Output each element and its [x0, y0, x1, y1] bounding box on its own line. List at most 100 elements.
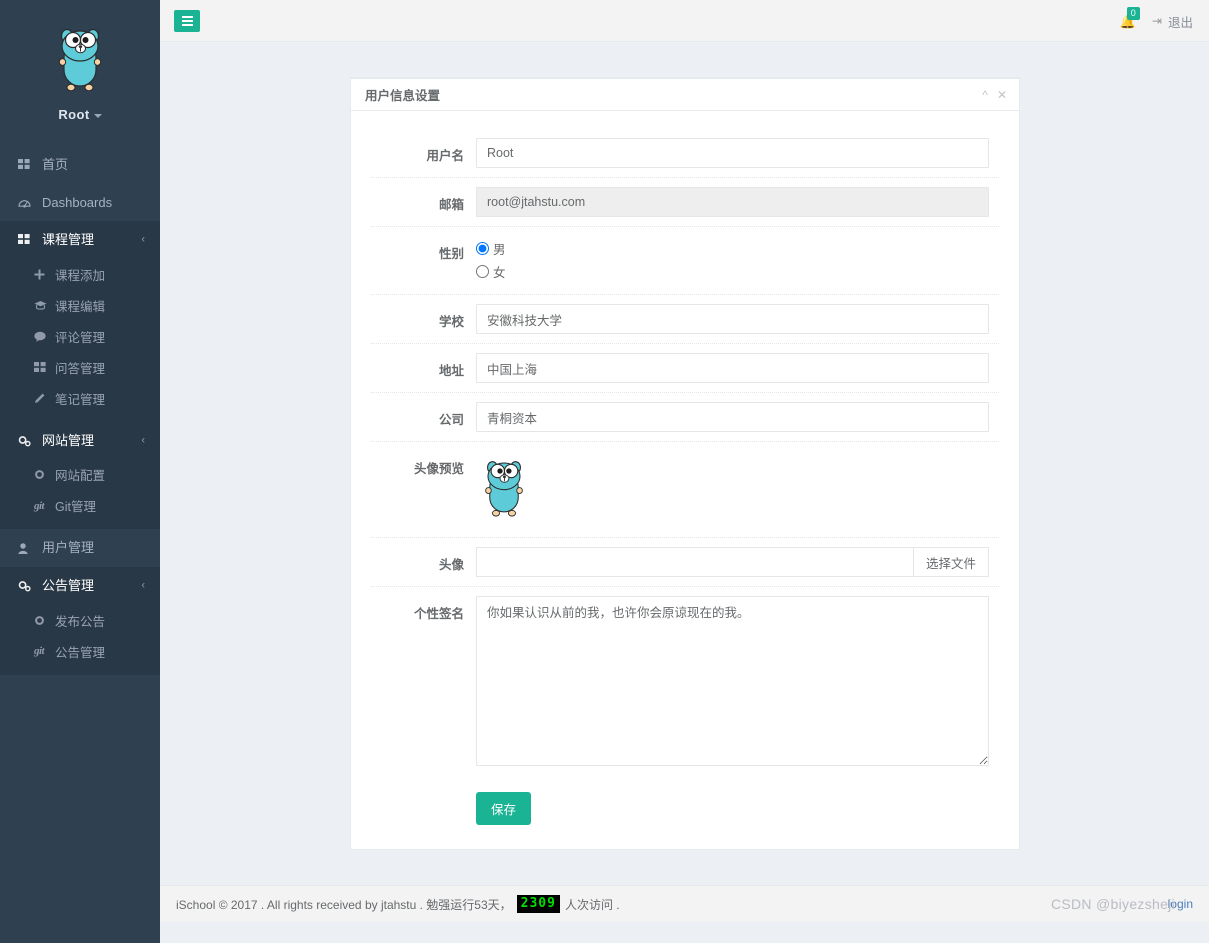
- sidebar-item-0: 首页: [0, 146, 160, 184]
- sidebar-sublink-5-1[interactable]: git 公告管理: [0, 636, 160, 667]
- label-avatar-preview: 头像预览: [413, 462, 464, 476]
- form-actions: 保存: [371, 778, 999, 827]
- hamburger-icon[interactable]: [174, 9, 200, 32]
- sidebar-item-label: Dashboards: [42, 194, 113, 210]
- avatar: [476, 451, 989, 528]
- label-address: 地址: [438, 364, 464, 378]
- gender-label-0: 男: [493, 243, 506, 257]
- sidebar-item-4: 用户管理: [0, 529, 160, 567]
- panel-tools: ^ ✕: [982, 89, 1007, 101]
- sidebar-link-4[interactable]: 用户管理: [0, 529, 160, 567]
- sidebar-sublink-2-1[interactable]: 课程编辑: [0, 290, 160, 321]
- sidebar-submenu-2: 课程添加课程编辑评论管理问答管理笔记管理: [0, 258, 160, 422]
- sidebar-link-1[interactable]: Dashboards: [0, 184, 160, 222]
- sidebar-sublink-2-4[interactable]: 笔记管理: [0, 383, 160, 414]
- login-link[interactable]: login: [1168, 897, 1193, 911]
- sidebar-subitem-label: 课程编辑: [55, 299, 106, 314]
- signature-textarea[interactable]: [476, 596, 989, 766]
- visit-counter: 2309: [516, 895, 560, 913]
- gears-icon: [18, 580, 35, 592]
- control-school: [476, 304, 999, 334]
- go-gopher-avatar: [485, 461, 523, 517]
- user-icon: [18, 542, 35, 554]
- grid-icon: [18, 159, 35, 170]
- username-input[interactable]: [476, 138, 989, 168]
- sidebar-submenu-5: 发布公告 git 公告管理: [0, 604, 160, 675]
- notifications-button[interactable]: 🔔 0: [1120, 7, 1140, 30]
- control-username: [476, 138, 999, 168]
- sidebar-sublink-3-0[interactable]: 网站配置: [0, 459, 160, 490]
- page-body: 用户信息设置 ^ ✕ 用户名 Root 邮箱 root@jtahstu.com …: [160, 42, 1209, 922]
- gender-radio-0[interactable]: [476, 242, 489, 255]
- label-gender: 性别: [438, 247, 464, 261]
- git-icon: git: [34, 499, 45, 512]
- footer-right: login: [1168, 897, 1193, 911]
- sidebar-subitem-5-1: git 公告管理: [0, 636, 160, 667]
- page-title: 用户信息设置: [365, 89, 441, 103]
- close-icon[interactable]: ✕: [997, 89, 1007, 101]
- sidebar-link-5[interactable]: 公告管理 ‹: [0, 566, 160, 605]
- grid-icon: [34, 361, 49, 373]
- gears-icon: [18, 435, 35, 447]
- sidebar-subitem-label: 评论管理: [55, 330, 106, 345]
- sidebar-link-2[interactable]: 课程管理 ‹: [0, 221, 160, 259]
- form-group-email: 邮箱: [371, 178, 999, 227]
- address-input[interactable]: [476, 353, 989, 383]
- choose-file-button[interactable]: 选择文件: [912, 547, 989, 577]
- label-school: 学校: [438, 315, 464, 329]
- gender-option-0[interactable]: 男: [476, 239, 989, 258]
- caret-down-icon: [93, 113, 102, 118]
- form-group-school: 学校: [371, 295, 999, 344]
- user-info-panel: 用户信息设置 ^ ✕ 用户名 Root 邮箱 root@jtahstu.com …: [350, 77, 1020, 850]
- form-group-avatar-preview: 头像预览: [371, 442, 999, 538]
- sidebar-nav: 首页 Dashboards 课程管理 ‹ 课程添加 课程编辑 评论管理 问答管理 笔记管理 网站管…: [0, 146, 160, 675]
- school-input[interactable]: [476, 304, 989, 334]
- label-avatar-upload: 头像: [438, 558, 464, 572]
- grid-icon: [18, 234, 35, 245]
- gender-radio-1[interactable]: [476, 265, 489, 278]
- sidebar-item-label: 用户管理: [42, 540, 95, 556]
- plus-icon: [34, 269, 49, 280]
- file-upload-row: 选择文件: [476, 547, 989, 577]
- panel-body: 用户名 邮箱 性别 男女: [351, 111, 1019, 849]
- gender-option-1[interactable]: 女: [476, 262, 989, 281]
- sidebar-link-3[interactable]: 网站管理 ‹: [0, 421, 160, 460]
- save-button[interactable]: 保存: [476, 792, 532, 825]
- sidebar-brand[interactable]: Root: [0, 0, 160, 136]
- control-email: [476, 187, 999, 217]
- actions-spacer: [371, 792, 476, 825]
- sidebar-subitem-2-4: 笔记管理: [0, 383, 160, 414]
- footer: iSchool © 2017 . All rights received by …: [160, 885, 1209, 922]
- label-username: 用户名: [426, 149, 464, 163]
- sidebar-item-2: 课程管理 ‹ 课程添加课程编辑评论管理问答管理笔记管理: [0, 221, 160, 422]
- sidebar-item-label: 首页: [42, 157, 69, 172]
- sidebar-item-label: 公告管理: [42, 577, 95, 593]
- form-group-gender: 性别 男女: [371, 227, 999, 295]
- app-root: Root 首页 Dashboards 课程管理 ‹ 课程添加 课程编辑 评论管理 问答管理 笔记…: [0, 0, 1209, 943]
- sidebar-brand-name: Root: [0, 107, 160, 122]
- chevron-up-icon[interactable]: ^: [982, 89, 988, 101]
- sidebar-subitem-3-1: git Git管理: [0, 490, 160, 521]
- logout-button[interactable]: ⇥ 退出: [1152, 12, 1193, 31]
- sidebar-link-0[interactable]: 首页: [0, 146, 160, 184]
- sidebar-sublink-3-1[interactable]: git Git管理: [0, 490, 160, 521]
- notification-badge: 0: [1126, 7, 1140, 20]
- avatar-file-input[interactable]: [476, 547, 913, 577]
- sidebar-subitem-label: Git管理: [55, 500, 96, 515]
- sidebar-sublink-5-0[interactable]: 发布公告: [0, 605, 160, 636]
- sidebar-sublink-2-2[interactable]: 评论管理: [0, 321, 160, 352]
- sidebar-sublink-2-3[interactable]: 问答管理: [0, 352, 160, 383]
- gear-icon: [34, 469, 49, 480]
- control-gender: 男女: [476, 236, 999, 285]
- company-input[interactable]: [476, 402, 989, 432]
- form-group-avatar-upload: 头像 选择文件: [371, 538, 999, 587]
- logout-label: 退出: [1167, 15, 1193, 30]
- sidebar-item-label: 课程管理: [42, 232, 95, 248]
- chevron-left-icon: ‹: [141, 579, 145, 592]
- sidebar-subitem-2-2: 评论管理: [0, 321, 160, 352]
- control-avatar-preview: [476, 451, 999, 528]
- sidebar-sublink-2-0[interactable]: 课程添加: [0, 259, 160, 290]
- sidebar-subitem-3-0: 网站配置: [0, 459, 160, 490]
- sidebar-subitem-label: 问答管理: [55, 361, 106, 376]
- sidebar-subitem-label: 公告管理: [55, 645, 106, 660]
